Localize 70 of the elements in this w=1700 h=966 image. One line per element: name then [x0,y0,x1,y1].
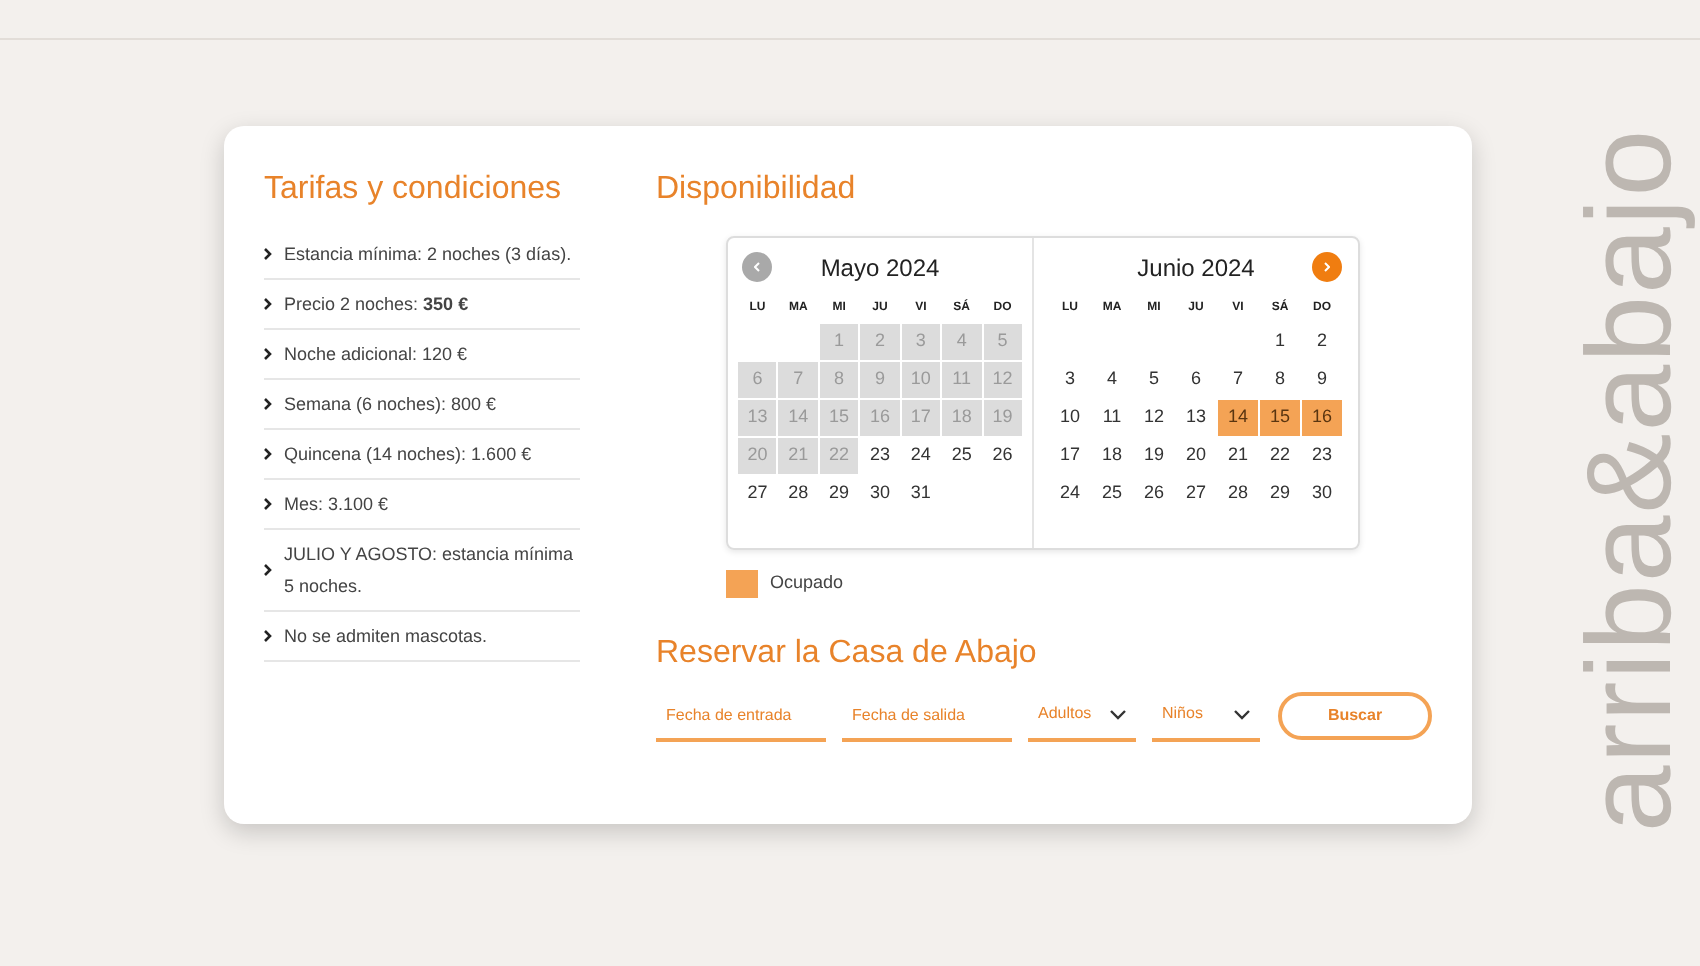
rate-item: Mes: 3.100 € [284,492,389,518]
calendar-day[interactable]: 25 [942,438,982,474]
calendar-day[interactable]: 21 [1218,438,1258,474]
rate-item: Quincena (14 noches): 1.600 € [284,442,532,468]
date-field[interactable]: Fecha de salida [842,690,1012,742]
chevron-icon [264,630,272,642]
calendar-day[interactable]: 16 [1302,400,1342,436]
calendar-day[interactable]: 29 [819,476,859,512]
rate-item: No se admiten mascotas. [284,624,488,650]
chevron-right-icon [1324,262,1330,272]
chevron-left-icon [754,262,760,272]
calendar-day[interactable]: 1 [1260,324,1300,360]
calendar-day[interactable]: 10 [1050,400,1090,436]
previous-month-button[interactable] [742,252,772,282]
month-title: Junio 2024 [1137,252,1255,286]
calendar-day[interactable]: 18 [1092,438,1132,474]
calendar-day[interactable]: 28 [1218,476,1258,512]
section-title: Disponibilidad [656,170,858,210]
chevron-icon [264,448,272,460]
calendar-day[interactable]: 12 [1134,400,1174,436]
calendar-day[interactable]: 8 [1260,362,1300,398]
calendar-day[interactable]: 27 [738,476,777,512]
calendar-day[interactable]: 4 [1092,362,1132,398]
calendar-day[interactable]: 20 [1176,438,1216,474]
chevron-icon [264,248,272,260]
calendar-day[interactable]: 13 [1176,400,1216,436]
calendar-day[interactable]: 26 [1134,476,1174,512]
chevron-icon [264,298,272,310]
next-month-button[interactable] [1312,252,1342,282]
section-title: Tarifas y condiciones [264,170,564,210]
section-title: Reservar la Casa de Abajo [656,634,1039,674]
chevron-icon [264,398,272,410]
calendar-day[interactable]: 30 [860,476,900,512]
calendar-day[interactable]: 23 [1302,438,1342,474]
rate-item: Noche adicional: 120 € [284,342,468,368]
chevron-icon [264,348,272,360]
legend-label: Ocupado [770,570,844,597]
calendar-day[interactable]: 19 [1134,438,1174,474]
chevron-down-icon [1234,709,1250,719]
calendar-day[interactable]: 5 [1134,362,1174,398]
calendar-day[interactable]: 17 [1050,438,1090,474]
calendar-day[interactable]: 15 [1260,400,1300,436]
calendar-day[interactable]: 31 [901,476,941,512]
rate-item: JULIO Y AGOSTO: estancia mínima 5 noches. [284,542,576,600]
calendar-day[interactable]: 6 [1176,362,1216,398]
calendar-day[interactable]: 14 [1218,400,1258,436]
chevron-down-icon [1110,709,1126,719]
calendar-day[interactable]: 9 [1302,362,1342,398]
calendar-day[interactable]: 30 [1302,476,1342,512]
calendar-day[interactable]: 2 [1302,324,1342,360]
rate-item: Precio 2 noches: 350 € [284,292,469,318]
rate-item: Estancia mínima: 2 noches (3 días). [284,242,572,268]
calendar-day[interactable]: 11 [1092,400,1132,436]
chevron-icon [264,564,272,576]
rate-item: Semana (6 noches): 800 € [284,392,497,418]
date-field[interactable]: Fecha de entrada [656,690,826,742]
calendar-day[interactable]: 29 [1260,476,1300,512]
calendar-day[interactable]: 24 [901,438,941,474]
calendar-day[interactable]: 27 [1176,476,1216,512]
calendar-day[interactable]: 3 [1050,362,1090,398]
brand-logo: arriba&abajo [1570,127,1690,833]
calendar-day[interactable]: 28 [778,476,818,512]
calendar-day[interactable]: 24 [1050,476,1090,512]
calendar-day[interactable]: 26 [983,438,1022,474]
chevron-icon [264,498,272,510]
calendar-day[interactable]: 22 [1260,438,1300,474]
calendar-day[interactable]: 7 [1218,362,1258,398]
month-title: Mayo 2024 [820,252,940,286]
calendar-day[interactable]: 25 [1092,476,1132,512]
calendar-day[interactable]: 23 [860,438,900,474]
